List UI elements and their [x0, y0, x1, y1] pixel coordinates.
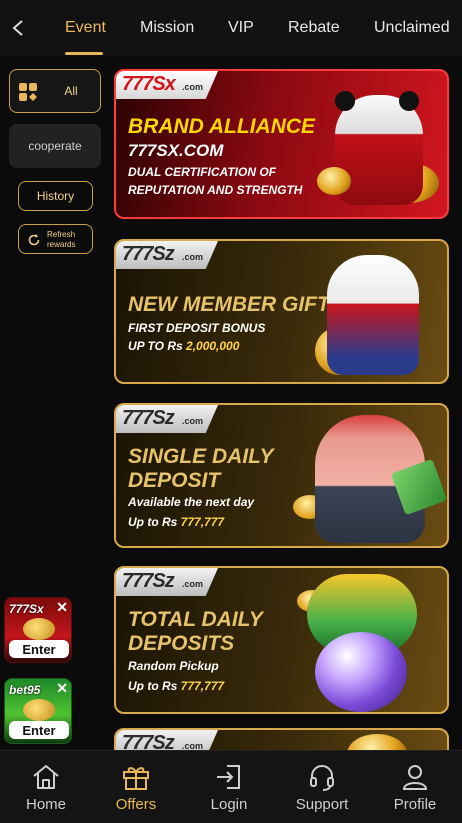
- nav-login[interactable]: Login: [183, 751, 275, 823]
- tab-mission[interactable]: Mission: [140, 0, 194, 56]
- brand-name: 777Sx: [122, 73, 176, 95]
- promo-card-new-member-gift[interactable]: 777Sz .com NEW MEMBER GIFT FIRST DEPOSIT…: [114, 239, 449, 384]
- brand-suffix: .com: [182, 82, 204, 92]
- brand-logo: 777Sx .com: [116, 71, 218, 99]
- nav-support-label: Support: [295, 796, 349, 813]
- promo-line-1: Available the next day: [128, 495, 255, 509]
- tab-rebate[interactable]: Rebate: [288, 0, 340, 56]
- amount-prefix: Up to Rs: [128, 515, 181, 529]
- close-icon[interactable]: ✕: [56, 680, 68, 697]
- bottom-navigation: Home Offers Login Support Profile: [0, 750, 462, 823]
- category-all-button[interactable]: All: [9, 69, 101, 113]
- brand-logo: 777Sz .com: [116, 241, 218, 269]
- mini-app-bet95[interactable]: bet95 ✕ Enter: [4, 678, 72, 744]
- refresh-rewards-label: Refresh rewards: [47, 230, 76, 249]
- tab-vip[interactable]: VIP: [228, 0, 254, 56]
- close-icon[interactable]: ✕: [56, 599, 68, 616]
- rabbit-illustration: [307, 241, 447, 382]
- amount-prefix: UP TO Rs: [128, 339, 187, 353]
- amount-prefix: Up to Rs: [128, 679, 181, 693]
- active-tab-indicator: [65, 52, 103, 55]
- login-icon: [217, 765, 240, 789]
- brand-name: 777Sz: [122, 243, 175, 265]
- back-button[interactable]: [6, 14, 30, 42]
- promo-line-1: DUAL CERTIFICATION OF: [128, 165, 276, 179]
- nav-home-label: Home: [25, 796, 66, 813]
- home-icon: [33, 765, 59, 789]
- promo-title-line-2: DEPOSIT: [128, 469, 221, 492]
- promo-title: BRAND ALLIANCE: [128, 115, 316, 138]
- refresh-rewards-button[interactable]: Refresh rewards: [18, 224, 93, 254]
- brand-name: 777Sz: [122, 407, 175, 429]
- brand-logo: 777Sz .com: [116, 405, 218, 433]
- promo-title-line-2: DEPOSITS: [128, 632, 235, 655]
- brand-logo: 777Sz .com: [116, 568, 218, 596]
- promo-line-2: REPUTATION AND STRENGTH: [128, 183, 303, 197]
- brand-suffix: .com: [182, 416, 204, 426]
- pig-illustration: [287, 405, 447, 546]
- promo-title-line-1: SINGLE DAILY: [128, 445, 274, 468]
- promo-line-1: FIRST DEPOSIT BONUS: [128, 321, 266, 335]
- promo-title-line-1: TOTAL DAILY: [128, 608, 263, 631]
- promotions-screen: Event Mission VIP Rebate Unclaimed All c…: [0, 0, 462, 823]
- promo-line-2: Up to Rs 777,777: [128, 677, 224, 695]
- nav-offers-label: Offers: [115, 796, 157, 813]
- headset-icon: [310, 765, 334, 791]
- promo-title: NEW MEMBER GIFT: [128, 293, 330, 316]
- user-icon: [402, 765, 428, 790]
- promo-card-single-daily-deposit[interactable]: 777Sz .com SINGLE DAILY DEPOSIT Availabl…: [114, 403, 449, 548]
- panda-illustration: [317, 71, 447, 217]
- nav-offers[interactable]: Offers: [90, 751, 182, 823]
- brand-suffix: .com: [182, 579, 204, 589]
- nav-profile-label: Profile: [393, 796, 437, 813]
- promo-card-brand-alliance[interactable]: 777Sx .com BRAND ALLIANCE 777SX.COM DUAL…: [114, 69, 449, 219]
- enter-button[interactable]: Enter: [9, 640, 69, 658]
- category-all-label: All: [64, 84, 78, 98]
- tab-unclaimed[interactable]: Unclaimed: [374, 0, 450, 56]
- promo-line-1: Random Pickup: [128, 659, 219, 673]
- brand-name: 777Sz: [122, 570, 175, 592]
- top-tab-bar: Event Mission VIP Rebate Unclaimed: [0, 0, 462, 56]
- nav-support[interactable]: Support: [276, 751, 368, 823]
- brand-suffix: .com: [182, 252, 204, 262]
- promo-line-2: Up to Rs 777,777: [128, 513, 224, 531]
- amount-value: 777,777: [180, 679, 225, 693]
- promo-card-total-daily-deposits[interactable]: 777Sz .com TOTAL DAILY DEPOSITS Random P…: [114, 566, 449, 714]
- mini-app-logo: bet95: [9, 683, 41, 697]
- enter-button[interactable]: Enter: [9, 721, 69, 739]
- promo-line-2: UP TO Rs 2,000,000: [128, 337, 239, 355]
- promo-site: 777SX.COM: [128, 141, 224, 160]
- nav-home[interactable]: Home: [0, 751, 92, 823]
- tab-event[interactable]: Event: [65, 0, 106, 56]
- coins-icon: [23, 618, 55, 640]
- mini-app-777sx[interactable]: 777Sx ✕ Enter: [4, 597, 72, 663]
- refresh-icon: [28, 234, 40, 246]
- amount-value: 2,000,000: [186, 339, 240, 353]
- amount-value: 777,777: [180, 515, 225, 529]
- nav-profile[interactable]: Profile: [369, 751, 461, 823]
- history-button[interactable]: History: [18, 181, 93, 211]
- gift-icon: [123, 767, 149, 790]
- mini-app-logo: 777Sx: [9, 602, 44, 616]
- coins-icon: [23, 699, 55, 721]
- dragon-illustration: [287, 568, 447, 712]
- grid-icon: [19, 83, 37, 101]
- chevron-left-icon: [12, 20, 23, 36]
- nav-login-label: Login: [210, 796, 248, 813]
- category-cooperate-button[interactable]: cooperate: [9, 124, 101, 168]
